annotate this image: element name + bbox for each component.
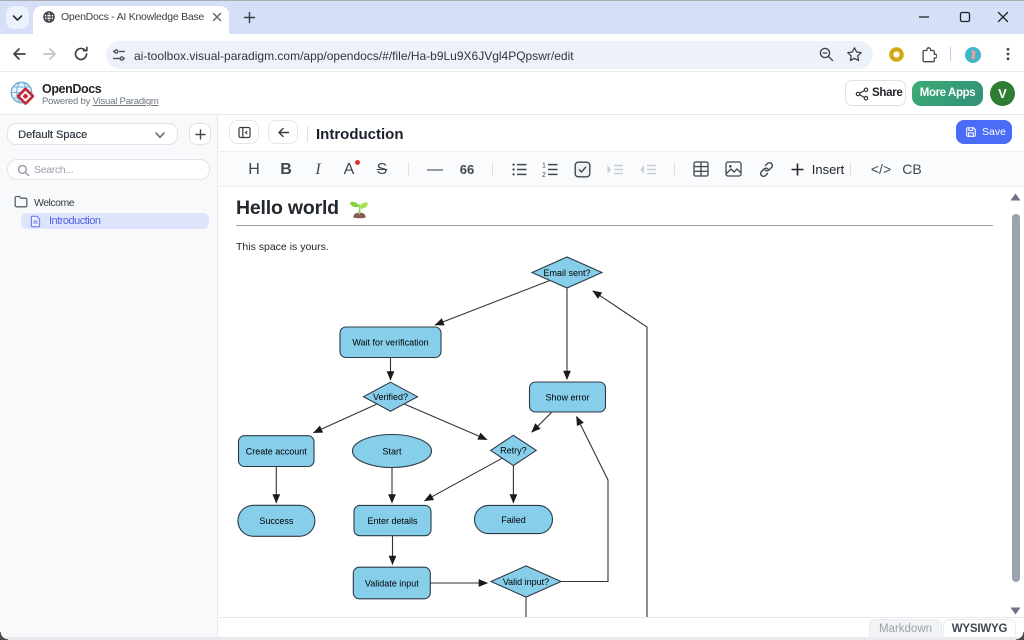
svg-text:Failed: Failed — [501, 515, 526, 525]
svg-text:Validate input: Validate input — [365, 578, 419, 588]
svg-text:Start: Start — [382, 446, 402, 456]
svg-text:Enter details: Enter details — [367, 516, 418, 526]
svg-text:1: 1 — [542, 163, 546, 170]
svg-text:Create account: Create account — [246, 446, 308, 456]
svg-text:Success: Success — [259, 516, 294, 526]
svg-text:Show error: Show error — [545, 392, 589, 402]
svg-text:2: 2 — [542, 172, 546, 178]
svg-text:Retry?: Retry? — [500, 446, 527, 456]
svg-text:Wait for verification: Wait for verification — [352, 338, 428, 348]
svg-text:Email sent?: Email sent? — [543, 268, 590, 278]
svg-text:Verified?: Verified? — [373, 392, 408, 402]
svg-text:Valid input?: Valid input? — [503, 577, 549, 587]
